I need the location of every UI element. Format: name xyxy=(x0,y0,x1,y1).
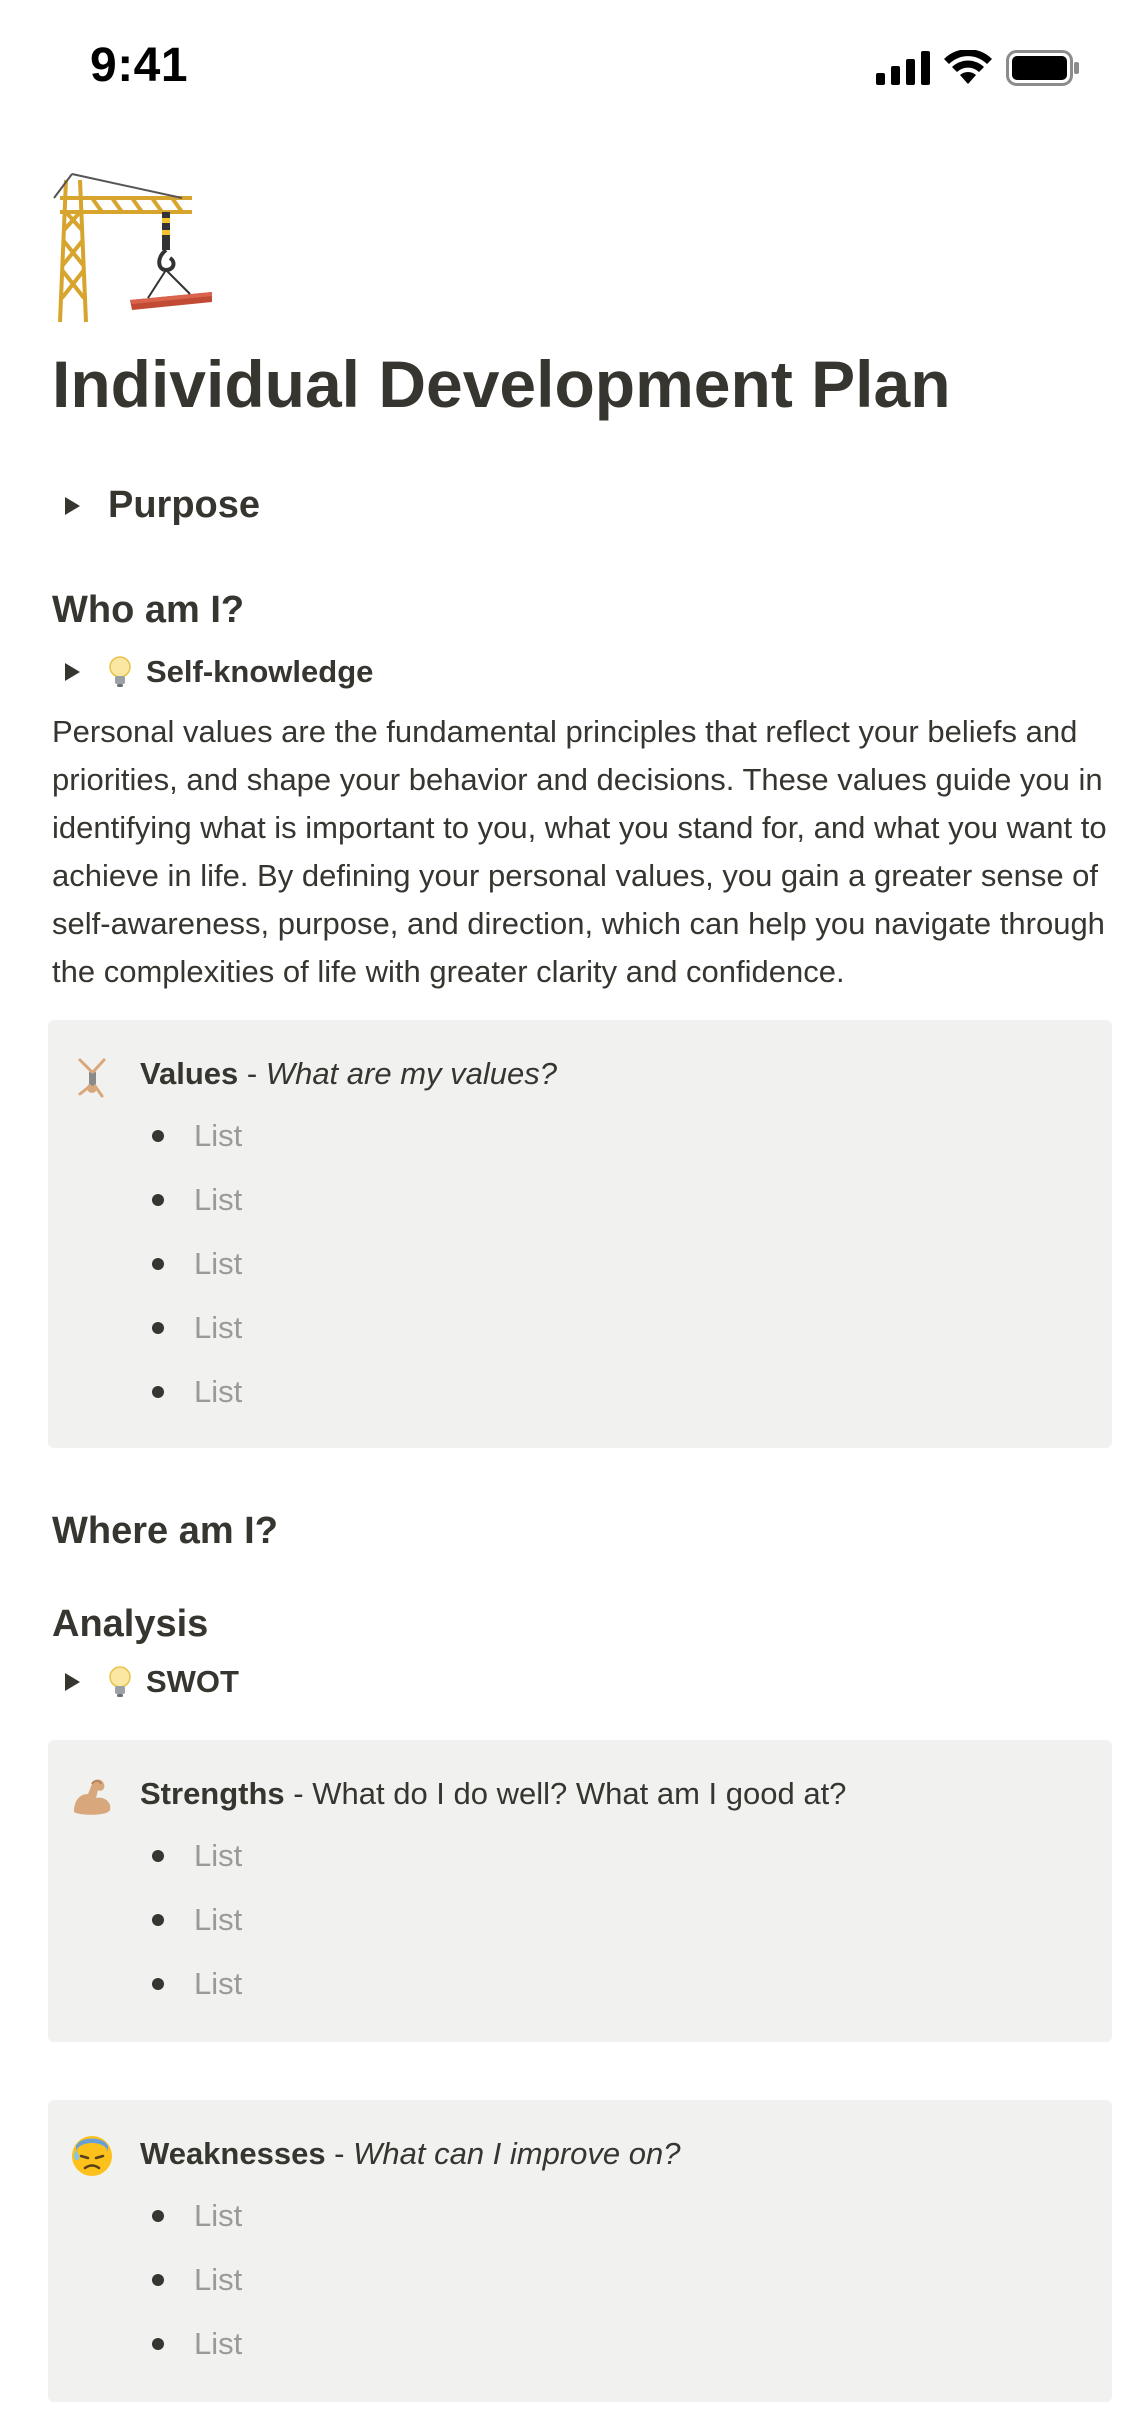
light-bulb-icon xyxy=(109,1666,131,1698)
wifi-icon xyxy=(944,50,992,84)
strengths-callout[interactable]: Strengths - What do I do well? What am I… xyxy=(48,1740,1112,2043)
status-time: 9:41 xyxy=(90,39,189,92)
values-callout[interactable]: Values - What are my values? List List L… xyxy=(48,1020,1112,1449)
cellular-signal-icon xyxy=(876,51,930,85)
list-item-text[interactable]: List xyxy=(194,1182,242,1218)
strengths-subtitle: What do I do well? What am I good at? xyxy=(312,1776,847,1812)
list-item-text[interactable]: List xyxy=(194,1310,242,1346)
list-item-text[interactable]: List xyxy=(194,2262,242,2298)
values-title: Values xyxy=(140,1056,239,1092)
bullet-icon xyxy=(152,1130,164,1143)
weaknesses-callout[interactable]: Weaknesses - What can I improve on? List… xyxy=(48,2100,1112,2403)
list-item[interactable]: List xyxy=(152,1824,1112,1888)
list-item-text[interactable]: List xyxy=(194,1902,242,1938)
purpose-toggle-label: Purpose xyxy=(108,484,261,527)
list-item[interactable]: List xyxy=(152,2248,1112,2312)
weaknesses-subtitle: What can I improve on? xyxy=(353,2136,681,2172)
list-item-text[interactable]: List xyxy=(194,1838,242,1874)
toggle-arrow-icon[interactable] xyxy=(65,1673,80,1692)
weaknesses-separator: - xyxy=(325,2136,354,2172)
weaknesses-callout-heading: Weaknesses - What can I improve on? xyxy=(140,2130,1112,2178)
bullet-icon xyxy=(152,1386,164,1399)
self-knowledge-label: Self-knowledge xyxy=(146,654,374,690)
self-knowledge-toggle[interactable]: Self-knowledge xyxy=(52,654,1112,690)
weaknesses-list: List List List xyxy=(48,2184,1112,2376)
list-item[interactable]: List xyxy=(152,1952,1112,2016)
strengths-separator: - xyxy=(284,1776,313,1812)
light-bulb-icon xyxy=(109,656,131,688)
weaknesses-title: Weaknesses xyxy=(140,2136,326,2172)
anxious-sweat-face-icon xyxy=(72,2136,112,2177)
bullet-icon xyxy=(152,2338,164,2351)
construction-crane-icon xyxy=(53,173,212,323)
list-item[interactable]: List xyxy=(152,1168,1112,1232)
flexed-biceps-icon xyxy=(74,1779,111,1815)
bullet-icon xyxy=(152,2274,164,2287)
where-am-i-heading: Where am I? xyxy=(52,1510,278,1553)
swot-toggle[interactable]: SWOT xyxy=(52,1664,1112,1700)
list-item[interactable]: List xyxy=(152,1888,1112,1952)
strengths-title: Strengths xyxy=(140,1776,285,1812)
bullet-icon xyxy=(152,1850,164,1863)
strengths-list: List List List xyxy=(48,1824,1112,2016)
bullet-icon xyxy=(152,1978,164,1991)
swot-label: SWOT xyxy=(146,1664,239,1700)
list-item[interactable]: List xyxy=(152,1232,1112,1296)
who-am-i-heading: Who am I? xyxy=(52,589,245,632)
list-item[interactable]: List xyxy=(152,1360,1112,1424)
list-item[interactable]: List xyxy=(152,1104,1112,1168)
list-item[interactable]: List xyxy=(152,2312,1112,2376)
bullet-icon xyxy=(152,1258,164,1271)
status-icons xyxy=(876,50,1080,86)
battery-icon xyxy=(1006,50,1079,86)
toggle-arrow-icon[interactable] xyxy=(65,496,80,515)
list-item-text[interactable]: List xyxy=(194,1374,242,1410)
status-bar: 9:41 xyxy=(0,0,1125,140)
list-item-text[interactable]: List xyxy=(194,1246,242,1282)
bullet-icon xyxy=(152,1914,164,1927)
page-content: Individual Development Plan Purpose Who … xyxy=(48,170,1112,2403)
purpose-toggle[interactable]: Purpose xyxy=(52,484,1112,527)
strengths-callout-heading: Strengths - What do I do well? What am I… xyxy=(140,1770,1112,1818)
toggle-arrow-icon[interactable] xyxy=(65,663,80,682)
list-item-text[interactable]: List xyxy=(194,2326,242,2362)
values-subtitle: What are my values? xyxy=(265,1056,557,1092)
bullet-icon xyxy=(152,2210,164,2223)
list-item[interactable]: List xyxy=(152,1296,1112,1360)
analysis-heading: Analysis xyxy=(52,1603,209,1646)
list-item-text[interactable]: List xyxy=(194,1966,242,2002)
list-item-text[interactable]: List xyxy=(194,2198,242,2234)
bullet-icon xyxy=(152,1322,164,1335)
values-list: List List List List List xyxy=(48,1104,1112,1424)
values-separator: - xyxy=(238,1056,266,1092)
values-description: Personal values are the fundamental prin… xyxy=(52,714,1107,990)
list-item[interactable]: List xyxy=(152,2184,1112,2248)
bullet-icon xyxy=(152,1194,164,1207)
list-item-text[interactable]: List xyxy=(194,1118,242,1154)
page-title: Individual Development Plan xyxy=(52,347,951,421)
values-callout-heading: Values - What are my values? xyxy=(140,1050,1112,1098)
cartwheel-person-icon xyxy=(78,1058,106,1098)
